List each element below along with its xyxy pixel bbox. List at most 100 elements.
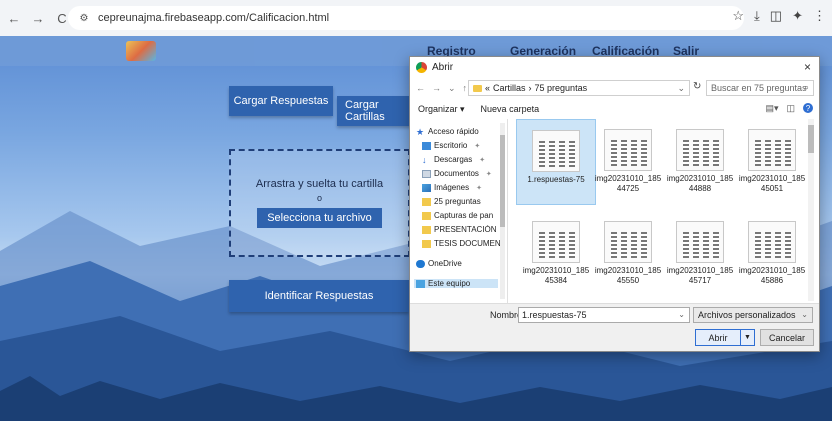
nav-item-label: Este equipo bbox=[428, 279, 471, 288]
close-icon[interactable]: × bbox=[804, 60, 811, 74]
site-info-icon[interactable]: ⚙ bbox=[76, 10, 92, 26]
path-segment-cartillas[interactable]: Cartillas bbox=[493, 83, 526, 93]
load-answers-button[interactable]: Cargar Respuestas bbox=[229, 86, 333, 116]
nav-folder-capturas[interactable]: Capturas de pan bbox=[422, 211, 506, 220]
pin-icon: ✦ bbox=[476, 184, 483, 192]
sidebar-icon[interactable]: ◫ bbox=[770, 8, 782, 24]
file-tile[interactable]: img20231010_185 44888 bbox=[660, 119, 740, 205]
nav-documents[interactable]: Documentos ✦ bbox=[422, 169, 506, 178]
filename-input[interactable]: 1.respuestas-75 ⌄ bbox=[518, 307, 690, 323]
file-thumbnail bbox=[748, 221, 796, 263]
nav-onedrive[interactable]: OneDrive bbox=[416, 259, 500, 268]
file-name: img20231010_185 45384 bbox=[522, 266, 590, 285]
view-tools: ▤▾ ◫ ? bbox=[765, 103, 813, 114]
pictures-icon bbox=[422, 183, 431, 192]
address-bar[interactable]: ⚙ cepreunajma.firebaseapp.com/Calificaci… bbox=[68, 6, 744, 30]
file-tile[interactable]: img20231010_185 44725 bbox=[588, 119, 668, 205]
nav-scrollbar[interactable] bbox=[500, 123, 505, 299]
chevron-down-icon: ⌄ bbox=[801, 310, 808, 319]
file-tile[interactable]: img20231010_185 45717 bbox=[660, 211, 740, 297]
nav-item-label: Acceso rápido bbox=[428, 127, 479, 136]
files-scrollbar-thumb[interactable] bbox=[808, 125, 814, 153]
files-scrollbar[interactable] bbox=[808, 119, 814, 301]
load-cards-button[interactable]: Cargar Cartillas bbox=[337, 96, 413, 126]
file-name: img20231010_185 44888 bbox=[666, 174, 734, 193]
search-placeholder: Buscar en 75 preguntas bbox=[711, 83, 807, 93]
file-name: img20231010_185 45550 bbox=[594, 266, 662, 285]
dialog-path-bar[interactable]: « Cartillas › 75 preguntas ⌄ bbox=[468, 80, 690, 96]
file-tile[interactable]: img20231010_185 45886 bbox=[732, 211, 812, 297]
drop-zone-or: o bbox=[316, 193, 322, 203]
file-thumbnail bbox=[748, 129, 796, 171]
identify-answers-button[interactable]: Identificar Respuestas bbox=[229, 280, 409, 312]
menu-icon[interactable]: ⋮ bbox=[813, 8, 826, 24]
download-icon: ↓ bbox=[422, 155, 427, 164]
file-tile[interactable]: img20231010_185 45384 bbox=[516, 211, 596, 297]
open-dropdown-icon[interactable]: ▼ bbox=[740, 330, 754, 345]
url-text: cepreunajma.firebaseapp.com/Calificacion… bbox=[98, 12, 330, 24]
browser-toolbar: ← → C ⚙ cepreunajma.firebaseapp.com/Cali… bbox=[0, 0, 832, 36]
nav-pictures[interactable]: Imágenes ✦ bbox=[422, 183, 506, 192]
search-icon: ⌕ bbox=[803, 82, 809, 92]
new-folder-button[interactable]: Nueva carpeta bbox=[481, 104, 540, 114]
view-options-icon[interactable]: ▤▾ bbox=[765, 103, 778, 114]
drop-zone[interactable]: Arrastra y suelta tu cartilla o Seleccio… bbox=[229, 149, 410, 257]
pin-icon: ✦ bbox=[485, 170, 492, 178]
file-tile[interactable]: img20231010_185 45051 bbox=[732, 119, 812, 205]
chevron-down-icon[interactable]: ⌄ bbox=[678, 310, 685, 319]
file-thumbnail bbox=[532, 221, 580, 263]
bookmark-star-icon[interactable]: ☆ bbox=[732, 8, 744, 24]
path-overflow[interactable]: « bbox=[485, 83, 490, 93]
select-file-button[interactable]: Selecciona tu archivo bbox=[257, 208, 382, 228]
nav-folder-tesis[interactable]: TESIS DOCUMEN bbox=[422, 239, 506, 248]
open-button[interactable]: Abrir ▼ bbox=[695, 329, 755, 346]
up-arrow-icon[interactable]: ↑ bbox=[463, 83, 468, 94]
nav-item-label: Imágenes bbox=[434, 183, 470, 192]
help-icon[interactable]: ? bbox=[803, 103, 813, 113]
file-tile[interactable]: 1.respuestas-75 bbox=[516, 119, 596, 205]
nav-downloads[interactable]: ↓ Descargas ✦ bbox=[422, 155, 506, 164]
file-tile[interactable]: img20231010_185 45550 bbox=[588, 211, 668, 297]
file-name: img20231010_185 45886 bbox=[738, 266, 806, 285]
site-logo[interactable] bbox=[126, 41, 156, 61]
back-icon[interactable]: ← bbox=[4, 8, 24, 28]
files-pane: 1.respuestas-75 img20231010_185 44725 im… bbox=[514, 119, 814, 303]
organize-menu[interactable]: Organizar ▾ bbox=[418, 104, 465, 115]
nav-item-label: 25 preguntas bbox=[434, 197, 481, 206]
nav-item-label: Capturas de pan bbox=[434, 211, 494, 220]
file-thumbnail bbox=[604, 129, 652, 171]
dialog-nav-arrows: ← → ⌄ ↑ bbox=[410, 83, 467, 94]
extension-icon[interactable]: ✦ bbox=[792, 8, 803, 24]
forward-icon[interactable]: → bbox=[28, 8, 48, 28]
file-type-select[interactable]: Archivos personalizados ⌄ bbox=[693, 307, 813, 323]
path-segment-75[interactable]: 75 preguntas bbox=[535, 83, 588, 93]
file-name: img20231010_185 44725 bbox=[594, 174, 662, 193]
dialog-toolbar: Organizar ▾ Nueva carpeta ▤▾ ◫ ? bbox=[410, 99, 819, 119]
pin-icon: ✦ bbox=[474, 142, 481, 150]
folder-icon bbox=[473, 84, 482, 92]
nav-folder-presentacion[interactable]: PRESENTACIÓN bbox=[422, 225, 506, 234]
navigation-pane: ★ Acceso rápido Escritorio ✦ ↓ Descargas… bbox=[410, 119, 508, 303]
forward-arrow-icon[interactable]: → bbox=[432, 83, 441, 94]
nav-item-label: Escritorio bbox=[434, 141, 468, 150]
chevron-down-icon[interactable]: ⌄ bbox=[677, 83, 685, 94]
cancel-button[interactable]: Cancelar bbox=[760, 329, 814, 346]
download-icon[interactable]: ⤓ bbox=[754, 8, 760, 24]
browser-tools: ☆ ⤓ ◫ ✦ ⋮ bbox=[732, 8, 826, 24]
refresh-icon[interactable]: ↻ bbox=[693, 81, 701, 92]
nav-desktop[interactable]: Escritorio ✦ bbox=[422, 141, 506, 150]
back-arrow-icon[interactable]: ← bbox=[416, 83, 425, 94]
nav-item-label: OneDrive bbox=[428, 259, 462, 268]
nav-this-pc[interactable]: Este equipo bbox=[414, 279, 498, 288]
pin-icon: ✦ bbox=[479, 156, 486, 164]
nav-folder-25[interactable]: 25 preguntas bbox=[422, 197, 506, 206]
folder-icon bbox=[422, 239, 431, 248]
nav-quick-access[interactable]: ★ Acceso rápido bbox=[416, 127, 500, 136]
cloud-icon bbox=[416, 259, 425, 268]
preview-pane-icon[interactable]: ◫ bbox=[786, 103, 795, 114]
search-input[interactable]: Buscar en 75 preguntas ⌕ bbox=[706, 80, 814, 96]
recent-dropdown-icon[interactable]: ⌄ bbox=[448, 83, 456, 94]
drop-zone-text: Arrastra y suelta tu cartilla bbox=[255, 178, 384, 190]
nav-scrollbar-thumb[interactable] bbox=[500, 135, 505, 227]
dialog-titlebar: Abrir × bbox=[410, 57, 819, 77]
